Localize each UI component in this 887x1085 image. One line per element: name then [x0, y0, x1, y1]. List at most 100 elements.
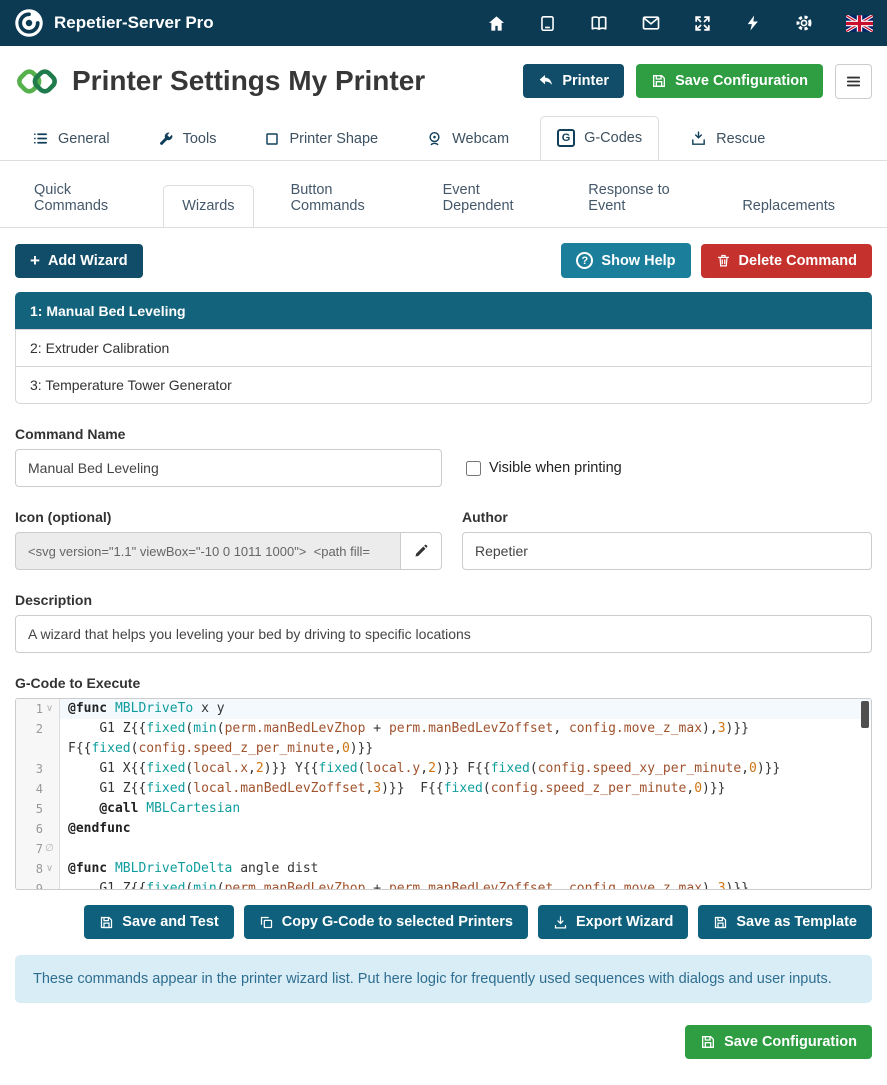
wizard-actions: Save and Test Copy G-Code to selected Pr… [15, 905, 872, 939]
gcode-letter: G [557, 129, 575, 147]
code-line[interactable]: 8∨@func MBLDriveToDelta angle dist [16, 859, 871, 879]
tab-quick-commands[interactable]: Quick Commands [15, 169, 145, 227]
command-name-input[interactable] [15, 449, 442, 487]
tab-wizards[interactable]: Wizards [163, 185, 253, 227]
home-icon[interactable] [487, 14, 506, 33]
save-configuration-label: Save Configuration [675, 73, 808, 89]
rescue-icon [690, 130, 707, 147]
tab-general[interactable]: General [15, 117, 127, 160]
tab-rescue[interactable]: Rescue [673, 117, 782, 160]
copy-gcode-button[interactable]: Copy G-Code to selected Printers [244, 905, 528, 939]
tab-label: Quick Commands [34, 182, 126, 214]
save-configuration-bottom-label: Save Configuration [724, 1034, 857, 1050]
author-input[interactable] [462, 532, 872, 570]
global-settings-icon[interactable] [794, 13, 814, 33]
command-name-label: Command Name [15, 426, 872, 442]
code-line-content: G1 X{{fixed(local.x,2)}} Y{{fixed(local.… [60, 759, 871, 779]
line-number-gutter: 7∅ [16, 839, 60, 859]
tab-label: Printer Shape [289, 131, 378, 147]
tab-label: Button Commands [291, 182, 387, 214]
fullscreen-icon[interactable] [693, 14, 712, 33]
visible-when-printing-checkbox[interactable] [466, 461, 481, 476]
question-icon: ? [576, 252, 593, 269]
tab-event-dependent[interactable]: Event Dependent [424, 169, 552, 227]
tab-button-commands[interactable]: Button Commands [272, 169, 406, 227]
tab-printer-shape[interactable]: Printer Shape [247, 118, 395, 160]
show-help-button[interactable]: ? Show Help [561, 243, 690, 278]
description-input[interactable] [15, 615, 872, 653]
tab-label: Rescue [716, 131, 765, 147]
code-line-content: @func MBLDriveTo x y [60, 699, 871, 719]
export-wizard-label: Export Wizard [576, 914, 673, 930]
code-line-content: G1 Z{{fixed(min(perm.manBedLevZhop + per… [60, 719, 871, 759]
visible-when-printing-label: Visible when printing [489, 460, 622, 476]
save-and-test-label: Save and Test [122, 914, 218, 930]
tab-label: Wizards [182, 198, 234, 214]
gcode-editor[interactable]: 1∨@func MBLDriveTo x y2 G1 Z{{fixed(min(… [15, 698, 872, 890]
download-icon [553, 915, 568, 930]
code-line[interactable]: 7∅ [16, 839, 871, 859]
printers-icon[interactable] [538, 14, 557, 33]
code-line-content [60, 839, 871, 859]
wizard-list-item[interactable]: 3: Temperature Tower Generator [15, 366, 872, 404]
save-as-template-button[interactable]: Save as Template [698, 905, 872, 939]
back-to-printer-label: Printer [562, 73, 609, 89]
tab-replacements[interactable]: Replacements [723, 185, 854, 227]
code-line[interactable]: 9 G1 Z{{fixed(min(perm.manBedLevZhop + p… [16, 879, 871, 890]
gcode-subtabs: Quick Commands Wizards Button Commands E… [0, 169, 887, 228]
export-wizard-button[interactable]: Export Wizard [538, 905, 688, 939]
tab-gcodes[interactable]: G G-Codes [540, 116, 659, 160]
code-line-content: G1 Z{{fixed(local.manBedLevZoffset,3)}} … [60, 779, 871, 799]
code-line[interactable]: 1∨@func MBLDriveTo x y [16, 699, 871, 719]
editor-scrollbar-thumb[interactable] [861, 701, 869, 728]
manual-icon[interactable] [589, 13, 609, 33]
gcode-editor-lines: 1∨@func MBLDriveTo x y2 G1 Z{{fixed(min(… [16, 699, 871, 890]
tab-response-to-event[interactable]: Response to Event [569, 169, 705, 227]
add-wizard-button[interactable]: + Add Wizard [15, 244, 143, 278]
code-line[interactable]: 5 @call MBLCartesian [16, 799, 871, 819]
tab-webcam[interactable]: Webcam [409, 117, 526, 160]
code-line[interactable]: 3 G1 X{{fixed(local.x,2)}} Y{{fixed(loca… [16, 759, 871, 779]
save-and-test-button[interactable]: Save and Test [84, 905, 233, 939]
back-to-printer-button[interactable]: Printer [523, 64, 624, 98]
app-title: Repetier-Server Pro [54, 13, 214, 33]
code-line[interactable]: 6@endfunc [16, 819, 871, 839]
delete-command-button[interactable]: Delete Command [701, 244, 872, 278]
header-menu-button[interactable] [835, 64, 872, 99]
wizard-form: Command Name Visible when printing Icon … [0, 426, 887, 890]
line-number-gutter: 1∨ [16, 699, 60, 719]
trash-icon [716, 253, 731, 268]
settings-tabs: General Tools Printer Shape Webcam G G-C… [0, 116, 887, 161]
edit-icon-button[interactable] [401, 532, 442, 570]
language-flag-icon[interactable] [846, 15, 873, 32]
delete-command-label: Delete Command [739, 253, 857, 269]
reply-arrow-icon [538, 73, 554, 89]
description-label: Description [15, 592, 872, 608]
code-line[interactable]: 4 G1 Z{{fixed(local.manBedLevZoffset,3)}… [16, 779, 871, 799]
power-icon[interactable] [744, 14, 762, 32]
tab-tools[interactable]: Tools [141, 118, 234, 160]
wizard-item-label: 3: Temperature Tower Generator [30, 377, 232, 393]
wizard-list-item[interactable]: 1: Manual Bed Leveling [15, 292, 872, 330]
tab-label: Response to Event [588, 182, 686, 214]
app-brand[interactable]: Repetier-Server Pro [14, 8, 214, 38]
page-title: Printer Settings My Printer [72, 65, 523, 97]
code-line-content: @call MBLCartesian [60, 799, 871, 819]
visible-when-printing-option[interactable]: Visible when printing [466, 460, 622, 476]
save-configuration-button-bottom[interactable]: Save Configuration [685, 1025, 872, 1059]
hamburger-icon [845, 73, 862, 90]
line-number-gutter: 5 [16, 799, 60, 819]
tab-label: Replacements [742, 198, 835, 214]
code-line-content: @func MBLDriveToDelta angle dist [60, 859, 871, 879]
save-as-template-label: Save as Template [736, 914, 857, 930]
info-alert: These commands appear in the printer wiz… [15, 955, 872, 1003]
line-number-gutter: 9 [16, 879, 60, 890]
messages-icon[interactable] [641, 13, 661, 33]
save-configuration-button[interactable]: Save Configuration [636, 64, 823, 98]
line-number-gutter: 2 [16, 719, 60, 759]
icon-svg-input[interactable] [15, 532, 401, 570]
plus-icon: + [30, 254, 40, 268]
copy-gcode-label: Copy G-Code to selected Printers [282, 914, 513, 930]
code-line[interactable]: 2 G1 Z{{fixed(min(perm.manBedLevZhop + p… [16, 719, 871, 759]
wizard-list-item[interactable]: 2: Extruder Calibration [15, 329, 872, 367]
